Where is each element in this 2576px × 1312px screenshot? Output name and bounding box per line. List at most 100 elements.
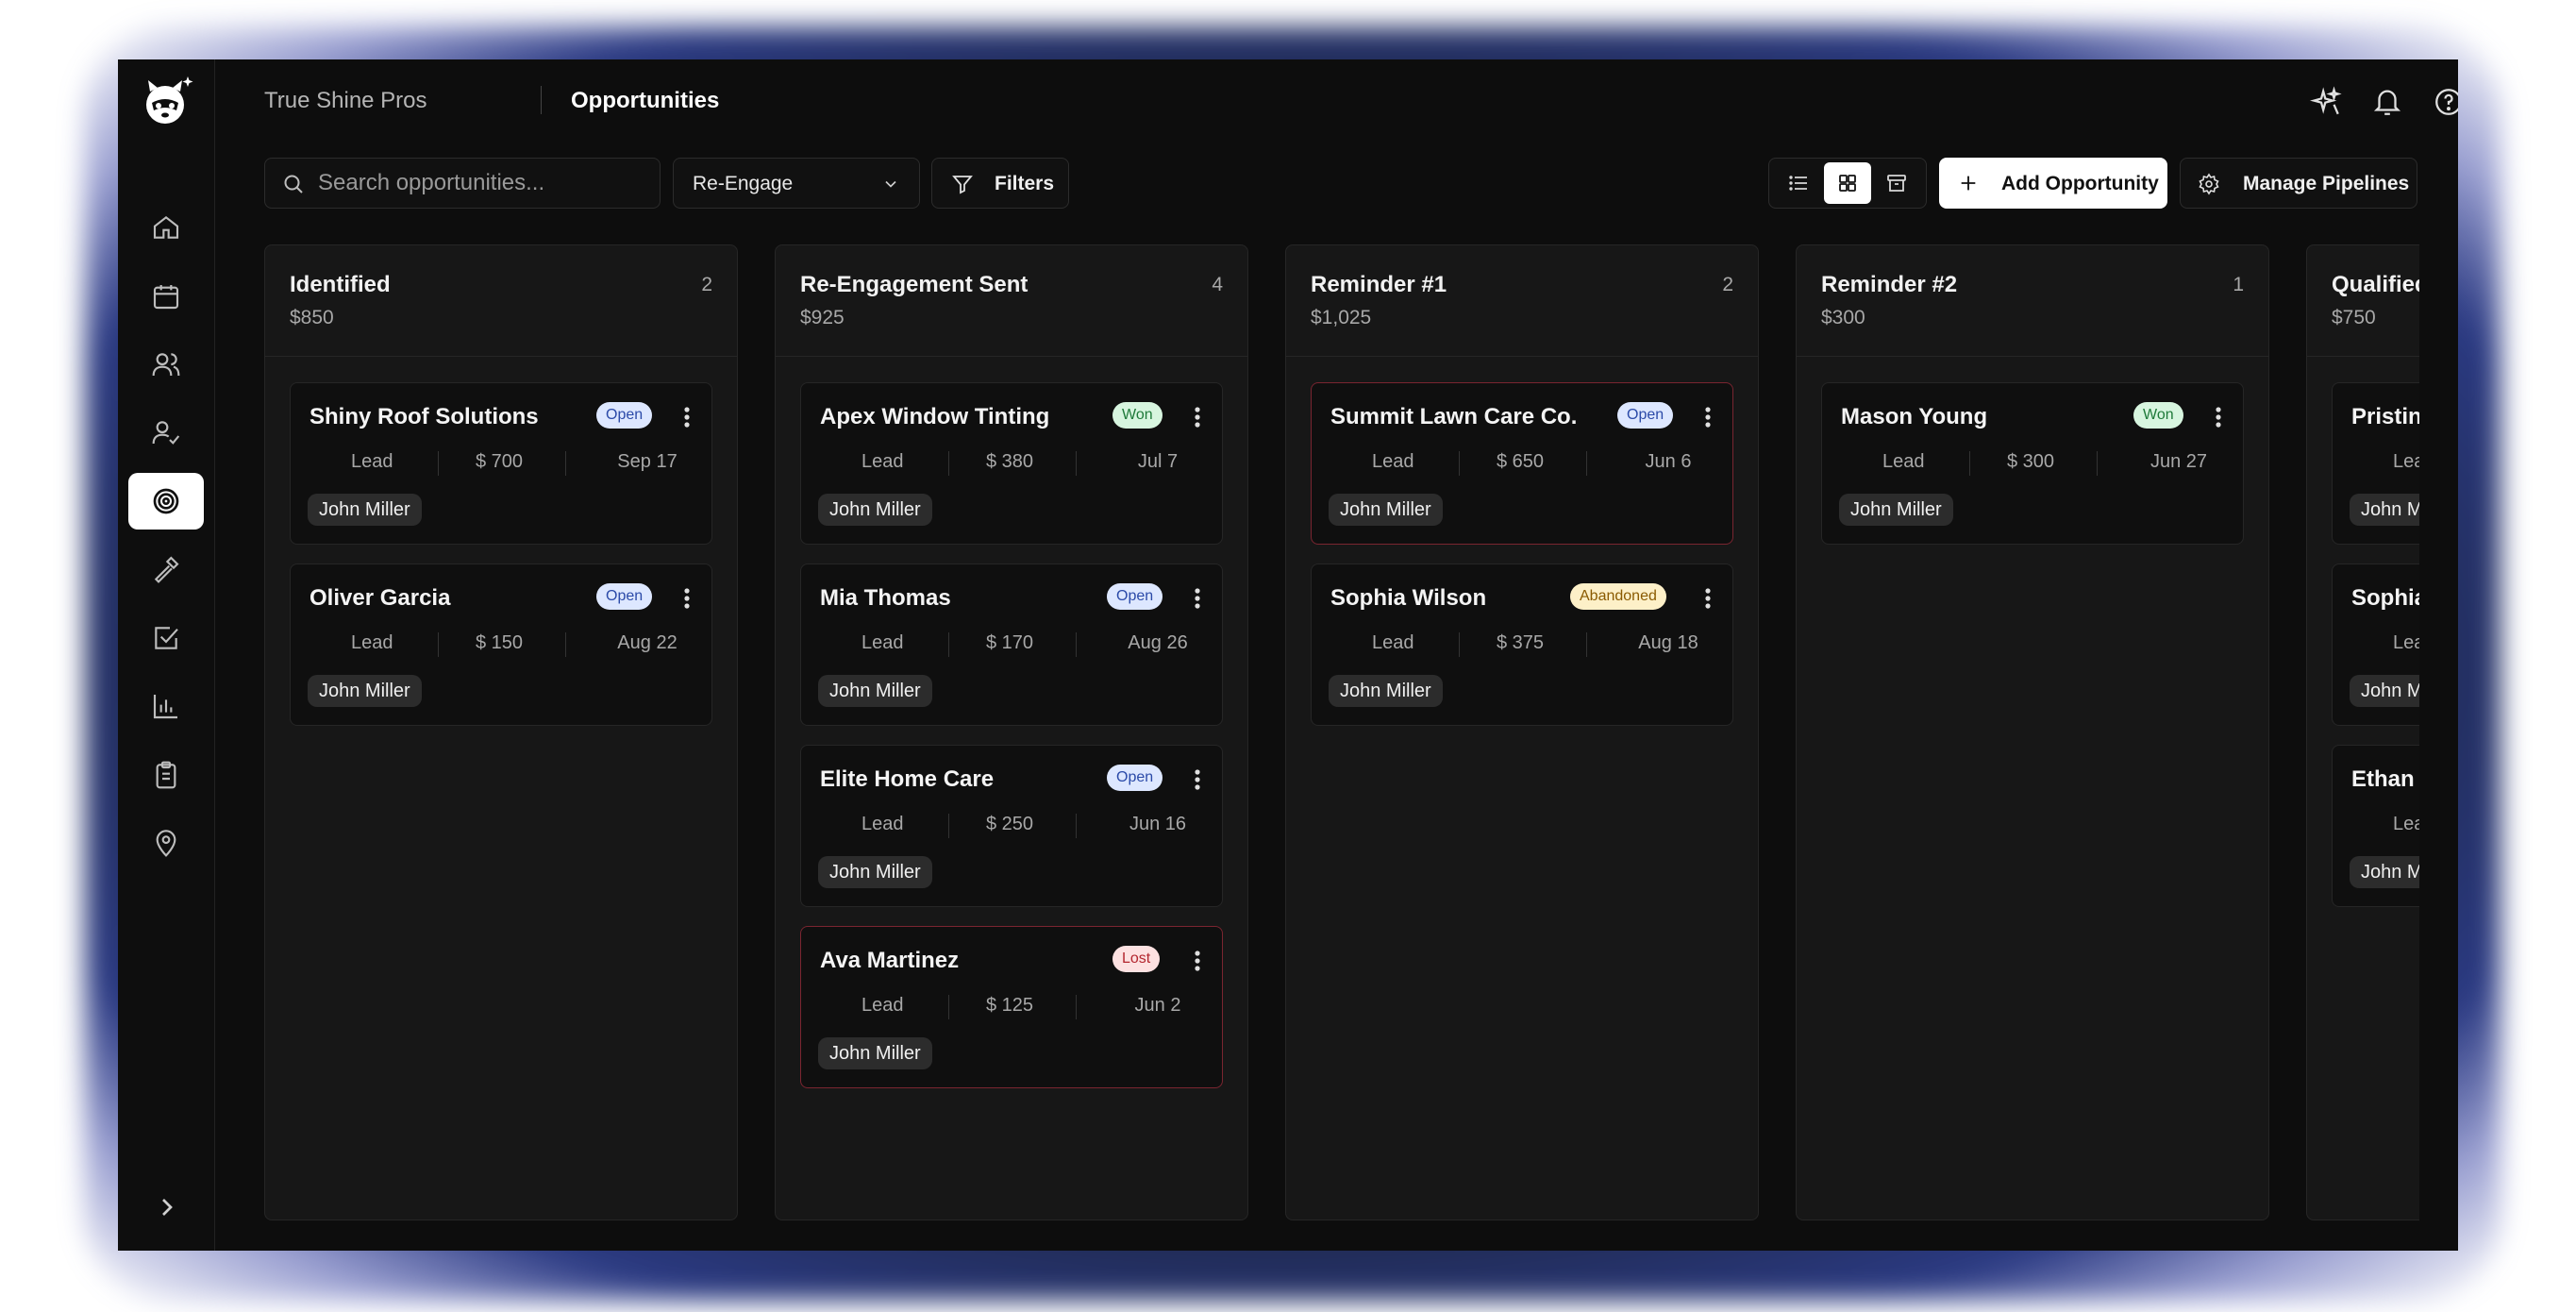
pipeline-column: Reminder #2 $300 1 Mason Young Won Lead $ 300 J… xyxy=(1796,244,2269,1220)
column-title: Qualified xyxy=(2332,272,2419,297)
card-type: Lead xyxy=(1882,451,1925,472)
owner-chip[interactable]: John Miller xyxy=(818,675,932,707)
card-amount: $ 650 xyxy=(1497,451,1545,472)
target-icon xyxy=(153,488,179,514)
nav-leads[interactable] xyxy=(128,404,204,461)
owner-chip[interactable]: John Miller xyxy=(818,494,932,526)
pipeline-board: Identified $850 2 Shiny Roof Solutions Open L… xyxy=(264,244,2419,1220)
search-box[interactable] xyxy=(264,158,661,209)
meta-divider xyxy=(948,814,949,838)
owner-chip[interactable]: John Miller xyxy=(1839,494,1953,526)
column-header: Re-Engagement Sent $925 4 xyxy=(776,245,1247,357)
nav-clipboard[interactable] xyxy=(128,747,204,803)
opportunity-card[interactable]: Summit Lawn Care Co. Open Lead $ 650 Jun 6 Jo… xyxy=(1311,382,1733,545)
opportunity-card[interactable]: Ethan K Lea John M xyxy=(2332,745,2419,907)
nav-opportunities[interactable] xyxy=(128,473,204,530)
more-options-icon[interactable] xyxy=(1186,765,1209,795)
list-view-button[interactable] xyxy=(1775,162,1822,204)
archive-icon xyxy=(1887,175,1906,192)
status-badge: Open xyxy=(1617,402,1674,429)
more-options-icon[interactable] xyxy=(1186,946,1209,976)
owner-chip[interactable]: John Miller xyxy=(1329,675,1443,707)
owner-chip[interactable]: John M xyxy=(2350,675,2419,707)
add-opportunity-button[interactable]: Add Opportunity xyxy=(1939,158,2167,209)
sparkle-icon[interactable] xyxy=(2310,86,2342,118)
help-icon[interactable] xyxy=(2433,86,2458,118)
meta-divider xyxy=(1076,451,1077,476)
column-count: 2 xyxy=(1722,274,1733,295)
manage-pipelines-button[interactable]: Manage Pipelines xyxy=(2180,158,2417,209)
card-amount: $ 170 xyxy=(986,632,1034,653)
more-options-icon[interactable] xyxy=(676,583,698,614)
page-title: Opportunities xyxy=(571,88,720,113)
nav-contacts[interactable] xyxy=(128,336,204,393)
card-title: Ava Martinez xyxy=(820,948,960,973)
filters-button[interactable]: Filters xyxy=(931,158,1069,209)
nav-tasks[interactable] xyxy=(128,610,204,666)
pipeline-select-value: Re-Engage xyxy=(693,173,794,194)
opportunity-card[interactable]: Apex Window Tinting Won Lead $ 380 Jul 7 John… xyxy=(800,382,1223,545)
search-input[interactable] xyxy=(318,159,648,208)
status-badge: Open xyxy=(596,583,653,610)
pipeline-column: Identified $850 2 Shiny Roof Solutions Open L… xyxy=(264,244,738,1220)
card-type: Lead xyxy=(861,814,904,834)
more-options-icon[interactable] xyxy=(1186,402,1209,432)
manage-pipelines-label: Manage Pipelines xyxy=(2243,173,2410,194)
nav-calendar[interactable] xyxy=(128,268,204,325)
more-options-icon[interactable] xyxy=(1186,583,1209,614)
meta-divider xyxy=(1076,995,1077,1019)
owner-chip[interactable]: John Miller xyxy=(818,856,932,888)
more-options-icon[interactable] xyxy=(1697,402,1719,432)
column-title: Re-Engagement Sent xyxy=(800,272,1029,297)
column-title: Reminder #2 xyxy=(1821,272,1958,297)
card-title: Sophia xyxy=(2351,585,2419,611)
bell-icon[interactable] xyxy=(2371,86,2403,118)
nav-locations[interactable] xyxy=(128,815,204,871)
owner-chip[interactable]: John M xyxy=(2350,494,2419,526)
board-view-button[interactable] xyxy=(1824,162,1871,204)
column-title: Identified xyxy=(290,272,391,297)
calendar-icon xyxy=(153,285,179,310)
card-date: Aug 26 xyxy=(1128,632,1188,653)
list-icon xyxy=(1789,176,1807,191)
owner-chip[interactable]: John M xyxy=(2350,856,2419,888)
opportunity-card[interactable]: Shiny Roof Solutions Open Lead $ 700 Sep 17 J… xyxy=(290,382,712,545)
more-options-icon[interactable] xyxy=(2207,402,2230,432)
opportunity-card[interactable]: Elite Home Care Open Lead $ 250 Jun 16 John M… xyxy=(800,745,1223,907)
opportunity-card[interactable]: Mia Thomas Open Lead $ 170 Aug 26 John Miller xyxy=(800,563,1223,726)
nav-home[interactable] xyxy=(128,199,204,256)
card-date: Jun 27 xyxy=(2149,451,2208,472)
owner-chip[interactable]: John Miller xyxy=(308,494,422,526)
column-total: $850 xyxy=(290,307,334,328)
status-badge: Open xyxy=(1107,765,1163,791)
column-header: Reminder #2 $300 1 xyxy=(1797,245,2268,357)
opportunity-card[interactable]: Pristine Lea John M xyxy=(2332,382,2419,545)
card-type: Lead xyxy=(861,451,904,472)
bar-chart-icon xyxy=(153,695,177,719)
pipeline-select[interactable]: Re-Engage xyxy=(673,158,920,209)
more-options-icon[interactable] xyxy=(1697,583,1719,614)
opportunity-card[interactable]: Sophia Lea John M xyxy=(2332,563,2419,726)
owner-chip[interactable]: John Miller xyxy=(818,1037,932,1069)
owner-chip[interactable]: John Miller xyxy=(1329,494,1443,526)
column-title: Reminder #1 xyxy=(1311,272,1447,297)
card-type: Lead xyxy=(351,451,393,472)
raccoon-logo-icon[interactable] xyxy=(137,71,197,131)
opportunity-card[interactable]: Mason Young Won Lead $ 300 Jun 27 John Miller xyxy=(1821,382,2244,545)
card-amount: $ 375 xyxy=(1497,632,1545,653)
nav-tools[interactable] xyxy=(128,541,204,597)
more-options-icon[interactable] xyxy=(676,402,698,432)
card-type: Lead xyxy=(861,632,904,653)
user-check-icon xyxy=(152,421,180,445)
opportunity-card[interactable]: Sophia Wilson Abandoned Lead $ 375 Aug 18 Joh… xyxy=(1311,563,1733,726)
expand-sidebar-button[interactable] xyxy=(152,1192,182,1222)
card-amount: $ 300 xyxy=(2007,451,2055,472)
nav-reports[interactable] xyxy=(128,678,204,734)
breadcrumb-org[interactable]: True Shine Pros xyxy=(264,88,427,114)
owner-chip[interactable]: John Miller xyxy=(308,675,422,707)
opportunity-card[interactable]: Oliver Garcia Open Lead $ 150 Aug 22 John Mil… xyxy=(290,563,712,726)
opportunity-card[interactable]: Ava Martinez Lost Lead $ 125 Jun 2 John Mille… xyxy=(800,926,1223,1088)
meta-divider xyxy=(1459,451,1460,476)
archive-view-button[interactable] xyxy=(1873,162,1920,204)
card-title: Summit Lawn Care Co. xyxy=(1330,404,1578,429)
